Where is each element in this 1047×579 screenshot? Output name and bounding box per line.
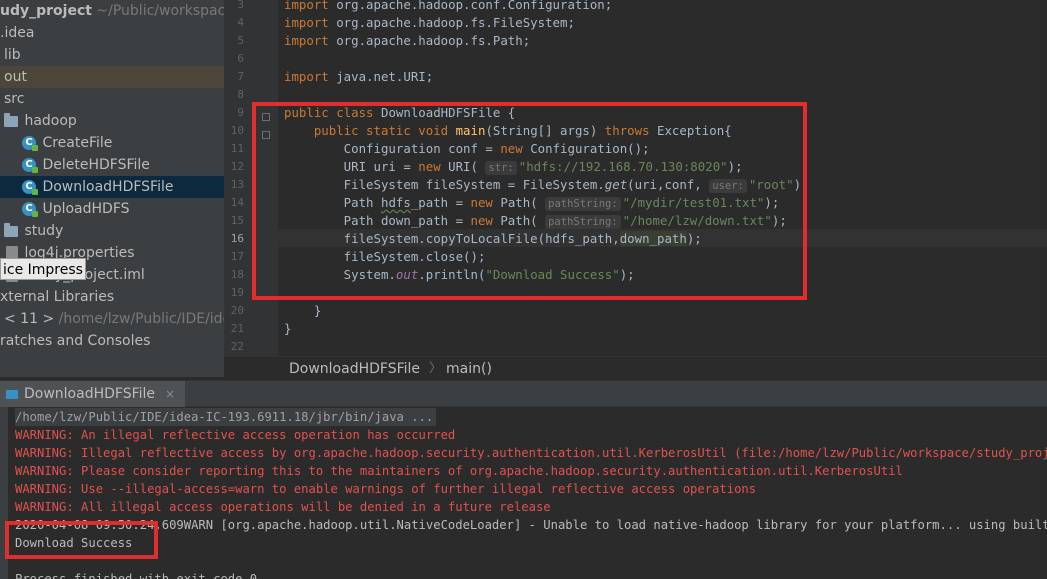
tree-item-label: hadoop [24, 113, 77, 129]
tree-item-src[interactable]: src [0, 88, 224, 110]
line-number: 3 [237, 0, 244, 11]
tree-item-idea[interactable]: .idea [0, 22, 224, 44]
line-number: 15 [230, 214, 244, 227]
console-line-warning: WARNING: An illegal reflective access op… [15, 428, 456, 442]
tree-item-deletehdfsfile[interactable]: C DeleteHDFSFile [0, 154, 224, 176]
java-class-icon: C [22, 136, 38, 151]
tree-item-hadoop[interactable]: hadoop [0, 110, 224, 132]
annotation-highlight-box [252, 102, 807, 300]
tree-item-downloadhdfsfile[interactable]: C DownloadHDFSFile [0, 176, 224, 198]
code-line: import org.apache.hadoop.conf.Configurat… [284, 0, 613, 12]
close-icon[interactable]: × [165, 387, 175, 401]
console-line-log: 2020-04-08 09:50:24,609WARN [org.apache.… [15, 518, 1047, 532]
run-tab-label: DownloadHDFSFile [24, 386, 156, 402]
code-line: } [284, 321, 292, 336]
line-number: 11 [230, 142, 244, 155]
project-tree: udy_project ~/Public/workspace .idea lib… [0, 0, 224, 377]
line-number: 14 [230, 196, 244, 209]
tree-item-study[interactable]: study [0, 220, 224, 242]
line-number: 20 [230, 304, 244, 317]
breadcrumb-method[interactable]: main() [446, 357, 492, 381]
line-number: 13 [230, 178, 244, 191]
console-line-warning: WARNING: Please consider reporting this … [15, 464, 903, 478]
java-class-icon: C [22, 202, 38, 217]
breadcrumb-separator: 〉 [429, 361, 443, 376]
line-number: 8 [237, 88, 244, 101]
line-number: 19 [230, 286, 244, 299]
console-line-command[interactable]: /home/lzw/Public/IDE/idea-IC-193.6911.18… [15, 408, 437, 426]
tree-item-label: ratches and Consoles [0, 333, 151, 349]
console-line-warning: WARNING: Use --illegal-access=warn to en… [15, 482, 757, 496]
run-config-icon [6, 389, 18, 399]
console-line-warning: WARNING: All illegal access operations w… [15, 500, 551, 514]
line-number: 4 [237, 16, 244, 29]
tree-item-path: ~/Public/workspace [91, 3, 224, 19]
tree-item-label: xternal Libraries [0, 289, 115, 305]
line-number: 21 [230, 322, 244, 335]
tree-item-jdk[interactable]: < 11 > /home/lzw/Public/IDE/ide [0, 308, 224, 330]
tree-item-project-root[interactable]: udy_project ~/Public/workspace [0, 0, 224, 22]
folder-icon [4, 222, 18, 237]
tree-item-label: src [4, 91, 25, 107]
tree-item-label: study [24, 223, 64, 239]
line-number: 5 [237, 34, 244, 47]
java-class-icon: C [22, 158, 38, 173]
tree-item-path: /home/lzw/Public/IDE/ide [54, 311, 224, 327]
line-number: 22 [230, 340, 244, 353]
breadcrumb: DownloadHDFSFile 〉 main() [224, 356, 1047, 380]
tab-run-downloadhdfsfile[interactable]: DownloadHDFSFile × [0, 381, 186, 407]
tree-item-label: lib [4, 47, 21, 63]
tree-item-label: .idea [0, 25, 35, 41]
code-line: import org.apache.hadoop.fs.Path; [284, 33, 531, 48]
line-number: 17 [230, 250, 244, 263]
line-number: 6 [237, 52, 244, 65]
java-class-icon: C [22, 180, 38, 195]
tree-item-label: udy_project [0, 3, 92, 19]
tree-item-label: CreateFile [42, 135, 113, 151]
tree-item-out[interactable]: out [0, 66, 224, 88]
tree-item-label: DownloadHDFSFile [42, 179, 174, 195]
annotation-highlight-box [5, 521, 158, 559]
code-line: import org.apache.hadoop.fs.FileSystem; [284, 15, 575, 30]
code-line: import java.net.URI; [284, 69, 434, 84]
tree-item-label: out [4, 69, 27, 85]
folder-icon [4, 112, 18, 127]
console-line-warning: WARNING: Illegal reflective access by or… [15, 446, 1047, 460]
line-number: 10 [230, 124, 244, 137]
tree-item-label: < 11 > [4, 311, 55, 327]
tree-item-label: DeleteHDFSFile [42, 157, 150, 173]
tree-item-uploadhdfs[interactable]: C UploadHDFS [0, 198, 224, 220]
console-line-exit: Process finished with exit code 0 [15, 572, 258, 579]
code-line: } [284, 303, 322, 318]
tree-item-scratches[interactable]: ratches and Consoles [0, 330, 224, 352]
line-number-current: 16 [230, 232, 244, 245]
tree-item-createfile[interactable]: C CreateFile [0, 132, 224, 154]
tree-item-label: UploadHDFS [42, 201, 130, 217]
tree-item-lib[interactable]: lib [0, 44, 224, 66]
breadcrumb-class[interactable]: DownloadHDFSFile [289, 357, 420, 381]
run-tool-window-header: DownloadHDFSFile × [0, 380, 1047, 407]
line-number: 12 [230, 160, 244, 173]
line-number: 7 [237, 70, 244, 83]
tree-item-external-libraries[interactable]: xternal Libraries [0, 286, 224, 308]
line-number: 9 [237, 106, 244, 119]
tooltip: ice Impress [0, 258, 86, 280]
line-number: 18 [230, 268, 244, 281]
